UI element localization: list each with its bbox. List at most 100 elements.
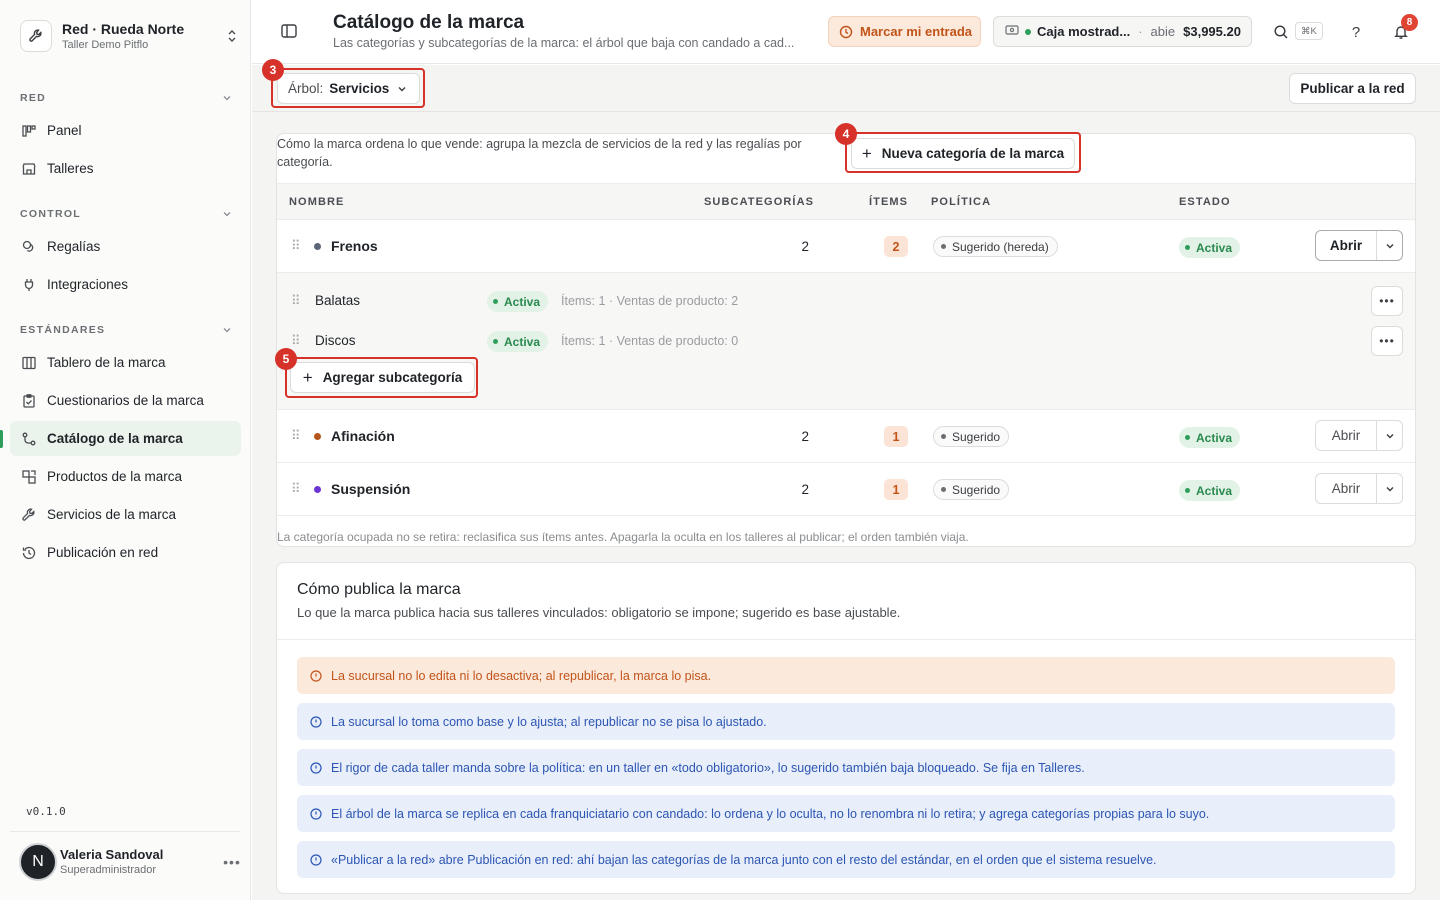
sidebar-item-productos[interactable]: Productos de la marca	[10, 459, 241, 494]
category-color-dot	[314, 486, 321, 493]
avatar: N	[19, 843, 57, 881]
page-title: Catálogo de la marca	[333, 12, 525, 33]
search-icon[interactable]	[1271, 22, 1291, 42]
sidebar-item-regalias[interactable]: Regalías	[10, 229, 241, 264]
subcategory-name: Discos	[315, 333, 356, 348]
chevron-down-icon	[223, 212, 231, 217]
catalog-intro: Cómo la marca ordena lo que vende: agrup…	[277, 137, 802, 169]
sidebar-item-talleres[interactable]: Talleres	[10, 151, 241, 186]
open-split-button[interactable]: Abrir	[1315, 230, 1403, 261]
section-red[interactable]: RED	[20, 92, 232, 104]
status-badge: Activa	[487, 291, 549, 312]
table-row[interactable]: ⠿ Suspensión 2 1 Sugerido Activa Abrir	[277, 463, 1415, 516]
sidebar: Red · Rueda Norte Taller Demo Pitflo RED…	[0, 0, 251, 900]
kanban-icon	[20, 122, 37, 139]
app-version: v0.1.0	[26, 805, 66, 818]
open-split-button[interactable]: Abrir	[1315, 473, 1403, 504]
more-options-button[interactable]: •••	[1371, 326, 1403, 356]
column-header-items: ÍTEMS	[869, 196, 909, 208]
step-marker: 4	[835, 123, 857, 145]
wrench-icon	[20, 20, 52, 52]
columns-icon	[20, 354, 37, 371]
sidebar-item-publicacion[interactable]: Publicación en red	[10, 535, 241, 570]
open-button[interactable]: Abrir	[1316, 231, 1377, 260]
sidebar-item-panel[interactable]: Panel	[10, 113, 241, 148]
items-count-badge: 1	[884, 426, 908, 447]
publish-to-network-button[interactable]: Publicar a la red	[1289, 73, 1416, 104]
column-header-politica: POLÍTICA	[931, 196, 992, 208]
clock-in-button[interactable]: Marcar mi entrada	[828, 16, 981, 47]
publish-info-card: Cómo publica la marca Lo que la marca pu…	[276, 562, 1416, 894]
status-badge: Activa	[1179, 237, 1241, 258]
sidebar-item-integraciones[interactable]: Integraciones	[10, 267, 241, 302]
highlight-box	[845, 132, 1081, 173]
divider	[277, 639, 1415, 640]
items-count-badge: 2	[884, 236, 908, 257]
sidebar-item-servicios[interactable]: Servicios de la marca	[10, 497, 241, 532]
main-content: Árbol: Servicios 3 Publicar a la red Cóm…	[252, 59, 1440, 900]
chevron-down-icon[interactable]	[1377, 421, 1402, 450]
highlight-box	[285, 357, 478, 398]
policy-badge: Sugerido	[933, 426, 1010, 447]
clipboard-icon	[20, 392, 37, 409]
step-marker: 3	[262, 59, 284, 81]
sidebar-item-catalogo[interactable]: Catálogo de la marca	[10, 421, 241, 456]
sidebar-item-cuestionarios[interactable]: Cuestionarios de la marca	[10, 383, 241, 418]
drag-handle-icon[interactable]: ⠿	[291, 293, 300, 309]
more-horizontal-icon[interactable]: •••	[220, 854, 244, 870]
chevron-down-icon	[223, 96, 231, 101]
section-control[interactable]: CONTROL	[20, 208, 232, 220]
section-title: Cómo publica la marca	[297, 581, 461, 598]
table-row[interactable]: ⠿ Afinación 2 1 Sugerido Activa Abrir	[277, 410, 1415, 463]
drag-handle-icon[interactable]: ⠿	[291, 333, 300, 349]
policy-badge: Sugerido	[933, 479, 1010, 500]
chevron-down-icon[interactable]	[1377, 474, 1402, 503]
status-badge: Activa	[1179, 427, 1241, 448]
status-dot	[1025, 28, 1031, 35]
open-button[interactable]: Abrir	[1316, 421, 1377, 450]
search-shortcut: ⌘K	[1295, 22, 1323, 40]
help-icon[interactable]: ?	[1346, 22, 1366, 42]
tree-icon	[20, 430, 37, 447]
chevron-down-icon[interactable]	[1377, 231, 1402, 260]
catalog-card: Cómo la marca ordena lo que vende: agrup…	[275, 123, 1416, 547]
column-header-subcategorias: SUBCATEGORÍAS	[704, 196, 815, 208]
sidebar-toggle-icon[interactable]	[280, 22, 300, 42]
cash-amount: $3,995.20	[1183, 24, 1241, 39]
alert-info: La sucursal lo toma como base y lo ajust…	[297, 703, 1395, 740]
top-header: Catálogo de la marca Las categorías y su…	[252, 0, 1440, 64]
notification-badge: 8	[1401, 14, 1418, 31]
cash-name: Caja mostrad...	[1037, 24, 1131, 39]
drag-handle-icon[interactable]: ⠿	[291, 481, 300, 497]
alert-info: «Publicar a la red» abre Publicación en …	[297, 841, 1395, 878]
page-subtitle: Las categorías y subcategorías de la mar…	[333, 36, 795, 50]
drag-handle-icon[interactable]: ⠿	[291, 238, 300, 254]
drag-handle-icon[interactable]: ⠿	[291, 428, 300, 444]
cash-register-selector[interactable]: Caja mostrad... · abie $3,995.20	[993, 16, 1252, 47]
more-options-button[interactable]: •••	[1371, 286, 1403, 316]
subcategory-count: 2	[801, 429, 809, 444]
active-indicator	[0, 430, 3, 448]
store-icon	[20, 160, 37, 177]
sidebar-item-tablero[interactable]: Tablero de la marca	[10, 345, 241, 380]
separator: ·	[1138, 24, 1143, 39]
subcategory-row[interactable]: ⠿ Discos Activa Ítems: 1 · Ventas de pro…	[277, 323, 1415, 359]
column-header-estado: ESTADO	[1179, 196, 1231, 208]
open-split-button[interactable]: Abrir	[1315, 420, 1403, 451]
info-circle-icon	[310, 669, 322, 682]
table-row[interactable]: ⠿ Frenos 2 2 Sugerido (hereda) Activa Ab…	[277, 220, 1415, 273]
category-name: Suspensión	[331, 481, 411, 497]
user-menu[interactable]: N Valeria Sandoval Superadministrador ••…	[19, 842, 244, 882]
info-circle-icon	[310, 807, 322, 820]
open-button[interactable]: Abrir	[1316, 474, 1377, 503]
org-switcher[interactable]: Red · Rueda Norte Taller Demo Pitflo	[20, 18, 240, 54]
items-count-badge: 1	[884, 479, 908, 500]
status-badge: Activa	[487, 331, 549, 352]
subcategory-row[interactable]: ⠿ Balatas Activa Ítems: 1 · Ventas de pr…	[277, 283, 1415, 319]
info-circle-icon	[310, 715, 322, 728]
cash-icon	[1005, 24, 1019, 39]
org-subtitle: Taller Demo Pitflo	[62, 38, 149, 51]
step-marker: 5	[275, 348, 297, 370]
section-estandares[interactable]: ESTÁNDARES	[20, 324, 232, 336]
table-header: NOMBRE SUBCATEGORÍAS ÍTEMS POLÍTICA ESTA…	[277, 183, 1415, 220]
